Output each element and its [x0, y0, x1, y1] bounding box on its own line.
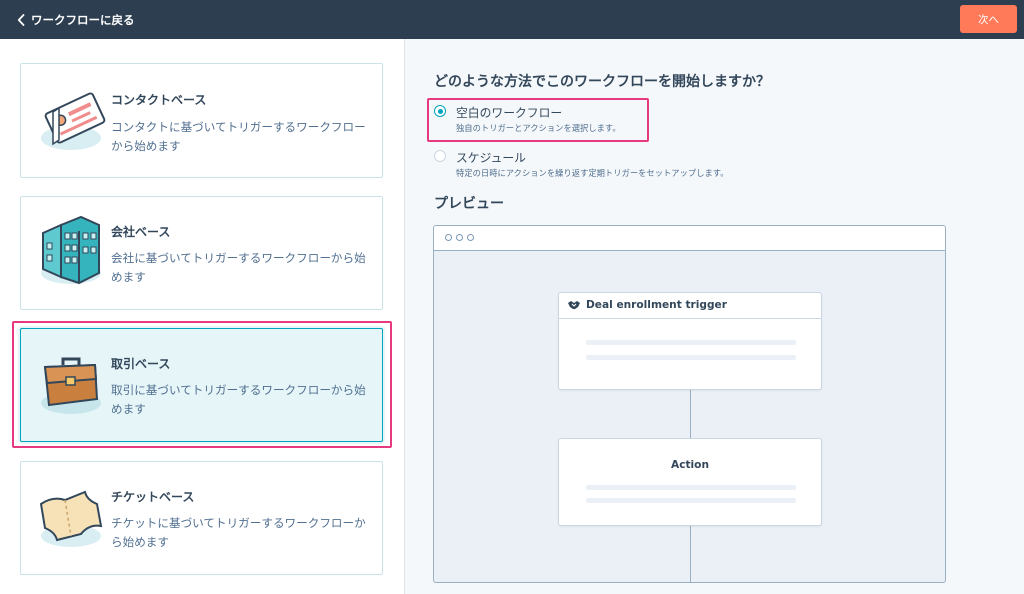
preview-trigger-label: Deal enrollment trigger — [586, 299, 727, 311]
briefcase-icon — [41, 357, 101, 414]
card-title: 取引ベース — [111, 357, 171, 371]
card-title: 会社ベース — [111, 225, 171, 239]
window-dot-icon — [456, 234, 463, 241]
placeholder-line — [586, 485, 796, 490]
chevron-left-icon — [17, 14, 25, 26]
back-label: ワークフローに戻る — [31, 13, 135, 27]
next-button[interactable]: 次へ — [960, 5, 1017, 33]
preview-action-card: Action — [558, 438, 822, 526]
radio-button[interactable] — [434, 150, 446, 162]
option-label: 空白のワークフロー — [456, 106, 563, 120]
preview-action-label: Action — [671, 459, 709, 471]
preview-window: Deal enrollment trigger Action — [433, 225, 946, 583]
workflow-type-card-contact[interactable]: コンタクトベース コンタクトに基づいてトリガーするワークフローから始めます — [20, 63, 383, 178]
preview-trigger-card: Deal enrollment trigger — [558, 292, 822, 390]
option-description: 特定の日時にアクションを繰り返す定期トリガーをセットアップします。 — [456, 168, 729, 178]
building-icon — [41, 215, 101, 285]
option-description: 独自のトリガーとアクションを選択します。 — [456, 123, 621, 133]
placeholder-line — [586, 498, 796, 503]
preview-window-bar — [434, 226, 945, 251]
back-to-workflows-link[interactable]: ワークフローに戻る — [17, 11, 135, 29]
card-description: コンタクトに基づいてトリガーするワークフローから始めます — [111, 120, 366, 153]
ticket-icon — [39, 490, 103, 547]
window-dot-icon — [445, 234, 452, 241]
placeholder-line — [586, 355, 796, 360]
preview-heading: プレビュー — [434, 196, 504, 212]
card-title: チケットベース — [111, 490, 195, 504]
card-description: 会社に基づいてトリガーするワークフローから始めます — [111, 251, 366, 284]
card-description: チケットに基づいてトリガーするワークフローから始めます — [111, 516, 366, 549]
workflow-type-card-company[interactable]: 会社ベース 会社に基づいてトリガーするワークフローから始めます — [20, 196, 383, 310]
top-bar: ワークフローに戻る 次へ — [0, 0, 1024, 39]
workflow-type-card-ticket[interactable]: チケットベース チケットに基づいてトリガーするワークフローから始めます — [20, 461, 383, 575]
start-method-question: どのような方法でこのワークフローを開始しますか？ — [434, 74, 770, 90]
option-label: スケジュール — [456, 151, 526, 165]
card-title: コンタクトベース — [111, 93, 207, 107]
window-dot-icon — [467, 234, 474, 241]
handshake-icon — [568, 301, 580, 309]
radio-button[interactable] — [434, 105, 446, 117]
preview-trigger-header: Deal enrollment trigger — [559, 293, 821, 319]
placeholder-line — [586, 340, 796, 345]
card-description: 取引に基づいてトリガーするワークフローから始めます — [111, 383, 366, 416]
workflow-type-card-deal[interactable]: 取引ベース 取引に基づいてトリガーするワークフローから始めます — [20, 328, 383, 442]
contact-card-icon — [41, 92, 106, 150]
